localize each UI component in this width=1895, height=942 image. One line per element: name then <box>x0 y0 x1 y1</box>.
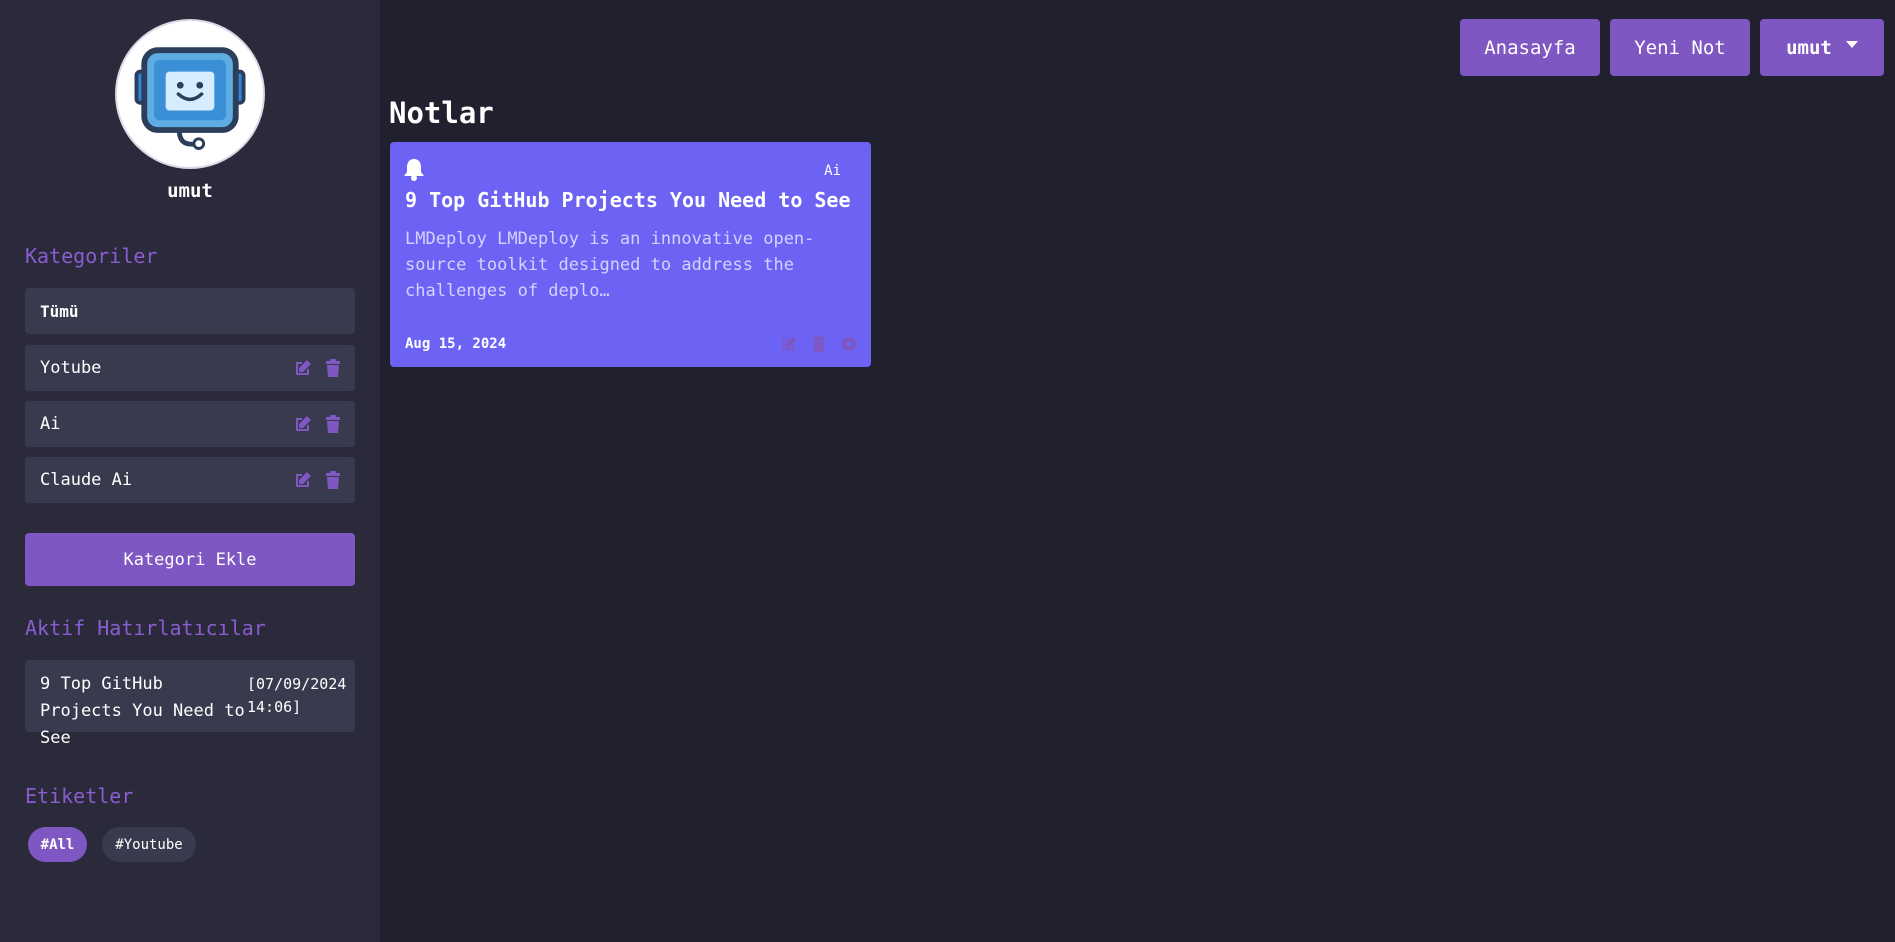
sidebar: umut Kategoriler Tümü Yotube Ai Claude A… <box>0 0 380 942</box>
avatar <box>115 19 265 169</box>
reminder-item[interactable]: 9 Top GitHub Projects You Need to See [0… <box>25 660 355 748</box>
sidebar-username: umut <box>167 180 213 202</box>
trash-icon[interactable] <box>810 335 828 353</box>
categories-heading: Kategoriler <box>25 244 158 268</box>
trash-icon[interactable] <box>323 358 343 378</box>
reminder-title: 9 Top GitHub Projects You Need to See <box>40 674 245 748</box>
note-card[interactable]: Ai 9 Top GitHub Projects You Need to See… <box>390 142 871 367</box>
robot-avatar-icon <box>117 21 263 167</box>
tag-all[interactable]: #All <box>28 827 87 862</box>
edit-icon[interactable] <box>293 414 313 434</box>
category-label: Tümü <box>40 301 79 321</box>
bell-icon <box>404 159 424 181</box>
note-category: Ai <box>824 163 841 179</box>
caret-down-icon <box>1845 41 1858 48</box>
new-note-button-label: Yeni Not <box>1634 36 1726 59</box>
category-label: Yotube <box>40 358 102 378</box>
category-item-yotube[interactable]: Yotube <box>25 345 355 391</box>
edit-icon[interactable] <box>293 358 313 378</box>
tag-youtube[interactable]: #Youtube <box>102 827 196 862</box>
note-date: Aug 15, 2024 <box>405 336 507 352</box>
user-menu-label: umut <box>1786 36 1832 59</box>
edit-icon[interactable] <box>293 470 313 490</box>
home-button-label: Anasayfa <box>1484 36 1576 59</box>
reminders-heading: Aktif Hatırlatıcılar <box>25 616 266 640</box>
category-label: Claude Ai <box>40 470 133 490</box>
gear-icon[interactable] <box>840 335 858 353</box>
note-excerpt: LMDeploy LMDeploy is an innovative open-… <box>405 229 815 301</box>
add-category-button[interactable]: Kategori Ekle <box>25 533 355 586</box>
home-button[interactable]: Anasayfa <box>1460 19 1600 76</box>
category-label: Ai <box>40 414 61 434</box>
category-item-claude-ai[interactable]: Claude Ai <box>25 457 355 503</box>
category-item-ai[interactable]: Ai <box>25 401 355 447</box>
page-title: Notlar <box>389 96 494 130</box>
edit-icon[interactable] <box>780 335 798 353</box>
user-menu-button[interactable]: umut <box>1760 19 1884 76</box>
note-title: 9 Top GitHub Projects You Need to See <box>405 188 851 212</box>
category-item-all[interactable]: Tümü <box>25 288 355 334</box>
trash-icon[interactable] <box>323 470 343 490</box>
tags-heading: Etiketler <box>25 784 134 808</box>
trash-icon[interactable] <box>323 414 343 434</box>
new-note-button[interactable]: Yeni Not <box>1610 19 1750 76</box>
reminder-date: [07/09/2024 14:06] <box>247 675 347 716</box>
